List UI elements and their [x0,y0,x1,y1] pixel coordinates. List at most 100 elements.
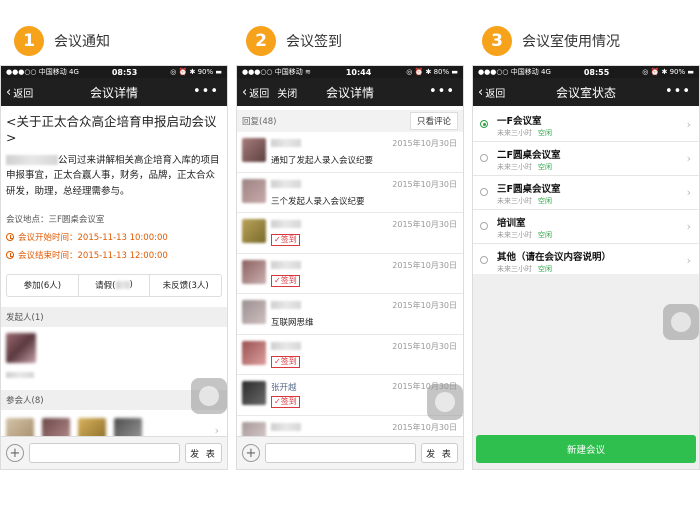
room-name: 一F会议室 [497,116,542,127]
redacted-text [115,281,130,290]
comment-input[interactable] [29,443,180,463]
chevron-right-icon: › [686,254,691,267]
back-button[interactable]: ‹ 返回 [1,85,33,100]
more-icon[interactable]: ••• [429,84,455,99]
chevron-right-icon[interactable]: › [215,424,219,437]
send-button[interactable]: 发 表 [185,443,222,463]
comment-input[interactable] [265,443,416,463]
room-list: 一F会议室 未来三小时 空闲 › 二F圆桌会议室 未来三小时 空闲 › 三F圆桌会议室 未来三小时… [473,108,699,278]
signed-label: 签到 [280,397,297,406]
new-meeting-button[interactable]: 新建会议 [476,435,696,463]
comment-date: 2015年10月30日 [392,179,457,189]
clock-time: 08:55 [583,67,610,77]
room-item[interactable]: 一F会议室 未来三小时 空闲 › [473,108,699,142]
clock-icon [6,250,14,259]
assistive-touch-button[interactable] [191,378,227,414]
attendance-tabs: 参加(6人) 请假() 未反馈(3人) [6,273,222,297]
room-name: 三F圆桌会议室 [497,184,561,195]
availability-window: 未来三小时 [497,129,532,137]
comment-row[interactable]: 2015年10月30日 三个发起人录入会议纪要 [237,173,463,213]
meeting-end-time: 会议结束时间：2015-11-13 12:00:00 [6,246,222,264]
room-availability: 未来三小时 空闲 [497,264,552,274]
step-number-badge: 1 [14,26,44,56]
carrier-signal: ●●●○○ 中国移动 4G [6,68,79,76]
nav-bar: ‹ 返回 关闭 会议详情 ••• [237,78,463,106]
room-availability: 未来三小时 空闲 [497,162,552,172]
avatar[interactable] [6,332,36,363]
description-line: 研发，助理，总经理需参与。 [6,185,130,197]
redacted-text [271,260,301,269]
redacted-text [271,220,301,228]
status-badge: 空闲 [538,129,552,137]
radio-button[interactable] [480,256,488,264]
plus-icon[interactable]: + [6,444,24,462]
comment-text: 互联网思维 [271,318,314,328]
room-item[interactable]: 培训室 未来三小时 空闲 › [473,210,699,244]
redacted-text [271,179,301,188]
empty-area [473,274,699,431]
carrier-signal: ●●●○○ 中国移动 4G [478,68,551,76]
avatar[interactable] [242,300,266,324]
meeting-headline: <关于正太合众高企培育申报启动会议> [6,114,217,146]
chevron-left-icon: ‹ [242,84,248,100]
status-bar: ●●●○○ 中国移动 4G 08:53 ◎ ⏰ ✱ 90% ▬ [1,66,227,78]
close-button[interactable]: 关闭 [277,85,297,100]
radio-button[interactable] [480,120,488,128]
comment-row[interactable]: 2015年10月30日 ✓签到 [237,335,463,375]
chevron-right-icon: › [686,152,691,165]
phone-meeting-notice: ●●●○○ 中国移动 4G 08:53 ◎ ⏰ ✱ 90% ▬ ‹ 返回 会议详… [0,65,228,470]
nav-bar: ‹ 返回 会议室状态 ••• [473,78,699,106]
redacted-text [271,422,301,431]
chevron-right-icon: › [686,186,691,199]
room-availability: 未来三小时 空闲 [497,128,552,138]
assistive-touch-button[interactable] [663,304,699,340]
back-button[interactable]: ‹ 返回 [237,85,269,100]
room-item[interactable]: 三F圆桌会议室 未来三小时 空闲 › [473,176,699,210]
comment-row[interactable]: 2015年10月30日 通知了发起人录入会议纪要 [237,132,463,173]
avatar[interactable] [242,219,266,243]
comment-row[interactable]: 2015年10月30日 ✓签到 [237,213,463,254]
initiator-label: 发起人(1) [1,306,227,327]
radio-button[interactable] [480,188,488,196]
room-item[interactable]: 其他（请在会议内容说明） 未来三小时 空闲 › [473,244,699,278]
signed-label: 签到 [280,356,297,366]
tab-leave[interactable]: 请假() [79,274,151,296]
commenter-name: 张开越 [271,383,297,393]
availability-window: 未来三小时 [497,163,532,171]
more-icon[interactable]: ••• [665,84,691,99]
signed-label: 签到 [280,275,297,285]
send-button[interactable]: 发 表 [421,443,458,463]
clock-icon [6,232,14,241]
status-bar: ●●●○○ 中国移动 ≋ 10:44 ◎ ⏰ ✱ 80% ▬ [237,66,463,78]
assistive-touch-button[interactable] [427,384,463,420]
radio-button[interactable] [480,154,488,162]
comments-only-filter[interactable]: 只看评论 [409,112,458,130]
status-badge: 空闲 [538,231,552,239]
avatar[interactable] [242,340,266,365]
avatar[interactable] [242,259,266,284]
section-title: 会议通知 [54,34,110,50]
description-line: 申报事宜，正太合赢人事，财务，品牌，正太合众 [6,170,216,182]
end-time-text: 会议结束时间：2015-11-13 12:00:00 [18,250,168,261]
radio-button[interactable] [480,222,488,230]
room-item[interactable]: 二F圆桌会议室 未来三小时 空闲 › [473,142,699,176]
comment-date: 2015年10月30日 [392,220,457,229]
comment-date: 2015年10月30日 [392,139,457,148]
plus-icon[interactable]: + [242,444,260,462]
tab-no-reply[interactable]: 未反馈(3人) [150,275,221,296]
back-label: 返回 [485,88,506,100]
reply-count: 回复(48) [242,117,277,127]
start-time-text: 会议开始时间：2015-11-13 10:00:00 [18,232,168,243]
clock-time: 08:53 [111,67,138,77]
avatar[interactable] [242,138,266,162]
avatar[interactable] [242,381,266,405]
section-title: 会议签到 [286,34,342,50]
tab-join[interactable]: 参加(6人) [7,274,79,296]
comment-row[interactable]: 2015年10月30日 互联网思维 [237,294,463,335]
initiator-list [1,327,227,388]
redacted-text [271,139,301,147]
more-icon[interactable]: ••• [193,84,219,99]
back-button[interactable]: ‹ 返回 [473,85,505,100]
comment-row[interactable]: 2015年10月30日 ✓签到 [237,254,463,294]
avatar[interactable] [242,178,266,203]
